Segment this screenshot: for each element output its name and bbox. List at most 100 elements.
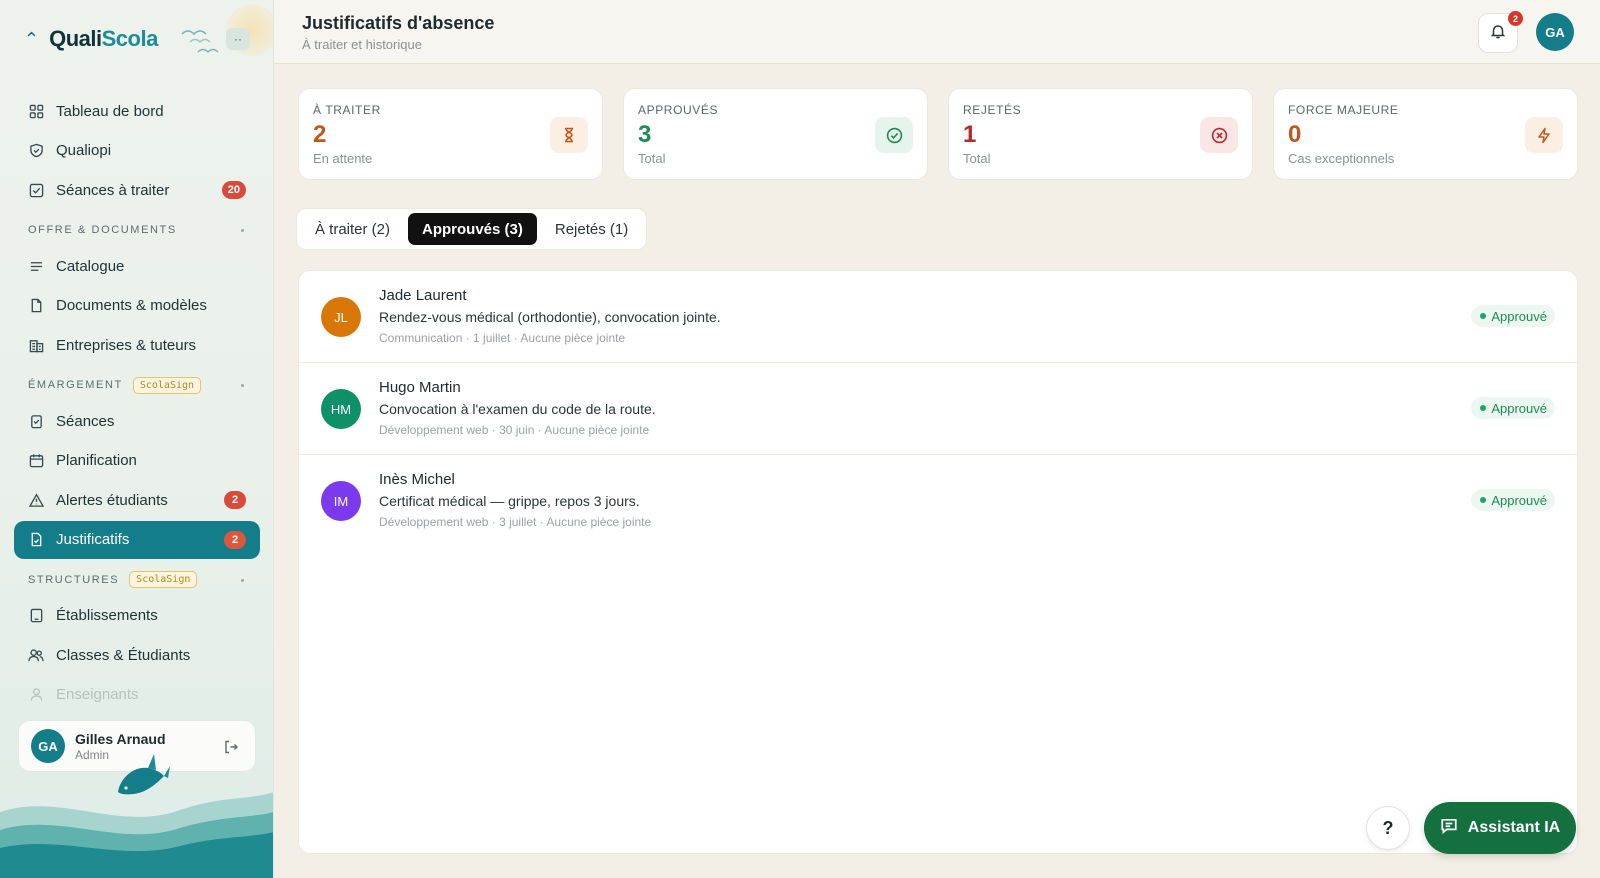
user-name: Gilles Arnaud xyxy=(75,730,166,747)
sidebar-collapse-button[interactable]: ·· xyxy=(226,28,250,50)
sidebar: ⌃ QualiScola ·· Tableau de bord Qualiopi… xyxy=(0,0,274,878)
sidebar-item-label: Tableau de bord xyxy=(56,102,164,120)
stat-label: REJETÉS xyxy=(963,103,1022,117)
sidebar-item-qualiopi[interactable]: Qualiopi xyxy=(14,132,260,170)
list-item[interactable]: IM Inès Michel Certificat médical — grip… xyxy=(299,455,1577,547)
stat-sub: Total xyxy=(963,151,991,166)
count-badge: 20 xyxy=(221,181,246,199)
help-button[interactable]: ? xyxy=(1366,806,1410,850)
x-circle-icon xyxy=(1200,117,1238,153)
sidebar-item-label: Documents & modèles xyxy=(56,297,207,314)
avatar: HM xyxy=(321,389,361,429)
brand-name: QualiScola xyxy=(49,26,158,51)
section-emargement[interactable]: ÉMARGEMENT ScolaSign xyxy=(14,368,260,402)
header-avatar[interactable]: GA xyxy=(1536,13,1574,51)
stat-card-approuves: APPROUVÉS 3 Total xyxy=(623,88,928,180)
hourglass-icon xyxy=(550,117,588,153)
justificatif-meta: Communication · 1 juillet · Aucune pièce… xyxy=(379,331,626,345)
sidebar-item-label: Établissements xyxy=(56,607,158,624)
bell-icon xyxy=(1490,23,1506,44)
user-icon xyxy=(28,687,44,703)
sidebar-item-label: Enseignants xyxy=(56,686,139,703)
brand-logo[interactable]: ⌃ QualiScola xyxy=(24,22,158,56)
file-check-icon xyxy=(28,532,44,548)
sidebar-item-seances-a-traiter[interactable]: Séances à traiter 20 xyxy=(14,171,260,209)
sidebar-item-label: Entreprises & tuteurs xyxy=(56,336,197,354)
section-toggle-icon xyxy=(241,578,244,582)
stat-sub: Total xyxy=(638,151,666,166)
justificatif-description: Convocation à l'examen du code de la rou… xyxy=(379,401,656,417)
justificatifs-list: JL Jade Laurent Rendez-vous médical (ort… xyxy=(298,270,1578,854)
avatar: JL xyxy=(321,297,361,337)
stat-label: À TRAITER xyxy=(313,103,381,117)
users-icon xyxy=(28,647,44,663)
stats-row: À TRAITER 2 En attente APPROUVÉS 3 Total… xyxy=(298,88,1578,180)
sidebar-nav: Tableau de bord Qualiopi Séances à trait… xyxy=(14,92,260,715)
stat-card-a-traiter: À TRAITER 2 En attente xyxy=(298,88,603,180)
status-badge: Approuvé xyxy=(1471,489,1555,511)
stat-card-force-majeure: FORCE MAJEURE 0 Cas exceptionnels xyxy=(1273,88,1578,180)
sidebar-item-planification[interactable]: Planification xyxy=(14,442,260,480)
document-icon xyxy=(28,298,44,314)
sidebar-item-label: Qualiopi xyxy=(56,142,112,159)
assistant-label: Assistant IA xyxy=(1467,819,1561,836)
sidebar-item-alertes-etudiants[interactable]: Alertes étudiants 2 xyxy=(14,481,260,519)
sidebar-item-label: Classes & Étudiants xyxy=(56,646,191,664)
count-badge: 2 xyxy=(224,530,246,549)
warning-icon xyxy=(28,492,44,508)
stat-value: 2 xyxy=(313,121,327,148)
tab-rejetes[interactable]: Rejetés (1) xyxy=(541,213,642,245)
list-icon xyxy=(28,258,44,274)
calendar-icon xyxy=(28,453,44,469)
page-header: Justificatifs d'absence À traiter et his… xyxy=(274,0,1600,64)
student-name: Hugo Martin xyxy=(379,379,461,396)
sidebar-item-classes-etudiants[interactable]: Classes & Étudiants xyxy=(14,636,260,674)
stat-value: 1 xyxy=(963,121,977,148)
stat-value: 0 xyxy=(1288,121,1302,148)
sidebar-item-tableau-de-bord[interactable]: Tableau de bord xyxy=(14,92,260,130)
tablet-icon xyxy=(28,608,44,624)
status-badge: Approuvé xyxy=(1471,305,1555,327)
justificatif-description: Rendez-vous médical (orthodontie), convo… xyxy=(379,309,721,325)
check-circle-icon xyxy=(875,117,913,153)
justificatif-description: Certificat médical — grippe, repos 3 jou… xyxy=(379,493,640,509)
student-name: Inès Michel xyxy=(379,471,455,488)
notification-badge: 2 xyxy=(1508,11,1523,26)
justificatif-meta: Développement web · 30 juin · Aucune piè… xyxy=(379,423,650,437)
sidebar-item-etablissements[interactable]: Établissements xyxy=(14,597,260,635)
filter-tabs: À traiter (2) Approuvés (3) Rejetés (1) xyxy=(296,208,648,250)
section-toggle-icon xyxy=(241,229,244,232)
notifications-button[interactable]: 2 xyxy=(1478,11,1523,53)
sidebar-item-documents-modeles[interactable]: Documents & modèles xyxy=(14,287,260,325)
justificatif-meta: Développement web · 3 juillet · Aucune p… xyxy=(379,515,652,529)
student-name: Jade Laurent xyxy=(379,287,467,304)
scolasign-tag: ScolaSign xyxy=(132,376,202,394)
birds-decoration xyxy=(181,30,219,53)
stat-label: APPROUVÉS xyxy=(638,103,719,117)
list-item[interactable]: JL Jade Laurent Rendez-vous médical (ort… xyxy=(299,271,1577,363)
stat-card-rejetes: REJETÉS 1 Total xyxy=(948,88,1253,180)
sidebar-item-justificatifs[interactable]: Justificatifs 2 xyxy=(14,520,260,559)
section-label: ÉMARGEMENT xyxy=(28,379,123,391)
list-item[interactable]: HM Hugo Martin Convocation à l'examen du… xyxy=(299,363,1577,455)
sidebar-item-entreprises-tuteurs[interactable]: Entreprises & tuteurs xyxy=(14,326,260,364)
sidebar-item-label: Catalogue xyxy=(56,257,125,275)
logout-icon[interactable] xyxy=(223,739,239,760)
sidebar-item-seances[interactable]: Séances xyxy=(14,402,260,440)
chevron-up-icon: ⌃ xyxy=(24,29,40,49)
grid-icon xyxy=(28,103,44,119)
clipboard-icon xyxy=(28,413,44,429)
sidebar-item-catalogue[interactable]: Catalogue xyxy=(14,247,260,285)
chat-icon xyxy=(1440,817,1458,840)
sidebar-item-enseignants[interactable]: Enseignants xyxy=(14,676,260,714)
count-badge: 2 xyxy=(224,491,246,509)
section-offre-documents[interactable]: OFFRE & DOCUMENTS xyxy=(14,213,260,247)
assistant-ia-button[interactable]: Assistant IA xyxy=(1424,802,1576,854)
sidebar-item-label: Justificatifs xyxy=(56,531,130,548)
section-structures[interactable]: STRUCTURES ScolaSign xyxy=(14,563,260,597)
stat-label: FORCE MAJEURE xyxy=(1288,103,1399,117)
tab-approuves[interactable]: Approuvés (3) xyxy=(408,213,537,245)
sidebar-item-label: Planification xyxy=(56,452,137,469)
tab-a-traiter[interactable]: À traiter (2) xyxy=(301,213,404,245)
page-subtitle: À traiter et historique xyxy=(302,37,422,52)
